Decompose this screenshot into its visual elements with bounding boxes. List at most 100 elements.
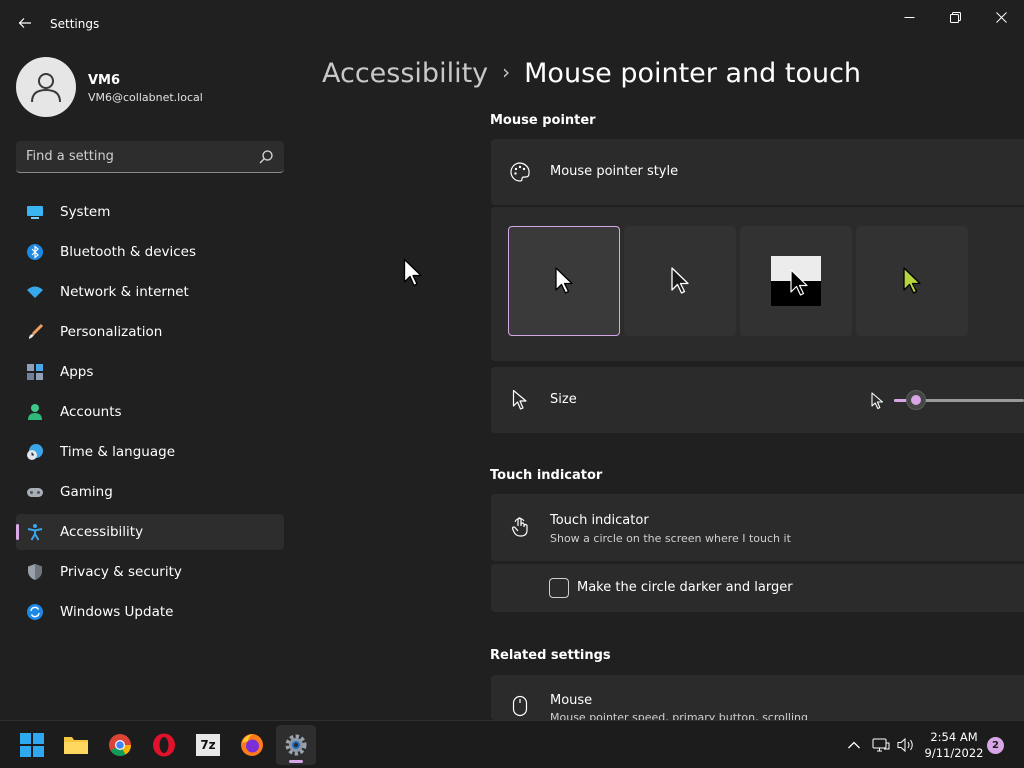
- title-bar: Settings: [0, 0, 1024, 48]
- search-icon[interactable]: [258, 149, 274, 165]
- person-icon: [26, 403, 44, 421]
- opera-icon: [153, 733, 175, 757]
- monitor-icon: [26, 203, 44, 221]
- app-title: Settings: [50, 17, 100, 31]
- breadcrumb-separator: ›: [502, 60, 511, 84]
- breadcrumb-parent[interactable]: Accessibility: [322, 58, 488, 89]
- taskbar: 7z 2:54 AM 9/11/2022 2: [0, 720, 1024, 768]
- sidebar-item-label: Gaming: [60, 484, 113, 500]
- slider-thumb-dot: [911, 395, 921, 405]
- mouse-cursor-icon: [403, 258, 422, 287]
- sidebar-item-apps[interactable]: Apps: [16, 354, 284, 390]
- section-title-touch-indicator: Touch indicator: [490, 468, 603, 483]
- user-email: VM6@collabnet.local: [88, 91, 203, 104]
- sidebar: VM6 VM6@collabnet.local System Bluetooth…: [0, 48, 300, 720]
- sidebar-item-personalization[interactable]: Personalization: [16, 314, 284, 350]
- mouse-settings-title: Mouse: [550, 693, 593, 708]
- touch-icon: [509, 516, 531, 538]
- gamepad-icon: [26, 483, 44, 501]
- tray-network-button[interactable]: [871, 735, 891, 755]
- back-button[interactable]: [12, 10, 38, 36]
- sidebar-item-label: Time & language: [60, 444, 176, 460]
- sidebar-item-gaming[interactable]: Gaming: [16, 474, 284, 510]
- touch-indicator-title: Touch indicator: [550, 513, 649, 528]
- sidebar-item-label: Privacy & security: [60, 564, 182, 580]
- sidebar-item-label: System: [60, 204, 111, 220]
- nav-list: System Bluetooth & devices Network & int…: [16, 194, 284, 634]
- darker-larger-circle-label[interactable]: Make the circle darker and larger: [577, 580, 793, 595]
- sidebar-item-label: Network & internet: [60, 284, 189, 300]
- clock-globe-icon: [26, 443, 44, 461]
- tray-overflow-button[interactable]: [844, 735, 864, 755]
- update-icon: [26, 603, 44, 621]
- search-input[interactable]: [26, 141, 246, 172]
- pointer-option-black[interactable]: [624, 226, 736, 336]
- mouse-pointer-style-label: Mouse pointer style: [550, 164, 679, 179]
- sidebar-item-accounts[interactable]: Accounts: [16, 394, 284, 430]
- taskbar-chrome[interactable]: [100, 725, 140, 765]
- mouse-settings-card[interactable]: Mouse Mouse pointer speed, primary butto…: [491, 675, 1024, 720]
- touch-indicator-card[interactable]: Touch indicator Show a circle on the scr…: [491, 494, 1024, 561]
- close-button[interactable]: [978, 4, 1024, 30]
- sidebar-item-privacy-security[interactable]: Privacy & security: [16, 554, 284, 590]
- white-cursor-icon: [555, 267, 573, 294]
- windows-start-icon: [20, 733, 44, 757]
- arrow-left-icon: [18, 18, 31, 28]
- notification-badge[interactable]: 2: [987, 737, 1004, 754]
- 7zip-label: 7z: [200, 738, 216, 752]
- settings-icon: [285, 734, 307, 756]
- restore-button[interactable]: [932, 4, 978, 30]
- pointer-size-slider-thumb[interactable]: [906, 390, 926, 410]
- taskbar-file-explorer[interactable]: [56, 725, 96, 765]
- sidebar-item-label: Bluetooth & devices: [60, 244, 197, 260]
- mouse-icon: [509, 695, 531, 717]
- chrome-icon: [109, 734, 131, 756]
- sidebar-item-network[interactable]: Network & internet: [16, 274, 284, 310]
- sidebar-item-accessibility[interactable]: Accessibility: [16, 514, 284, 550]
- brush-icon: [26, 323, 44, 341]
- touch-indicator-subtitle: Show a circle on the screen where I touc…: [550, 532, 791, 545]
- pointer-option-white[interactable]: [508, 226, 620, 336]
- sidebar-item-label: Accessibility: [60, 524, 144, 540]
- size-label: Size: [550, 392, 577, 407]
- mouse-settings-subtitle: Mouse pointer speed, primary button, scr…: [550, 711, 808, 720]
- 7zip-icon: 7z: [196, 734, 220, 756]
- apps-icon: [26, 363, 44, 381]
- sidebar-item-windows-update[interactable]: Windows Update: [16, 594, 284, 630]
- pointer-option-inverted[interactable]: [740, 226, 852, 336]
- custom-color-cursor-icon: [903, 267, 921, 294]
- sidebar-item-label: Personalization: [60, 324, 163, 340]
- taskbar-opera[interactable]: [144, 725, 184, 765]
- search-box[interactable]: [16, 141, 284, 173]
- sidebar-item-time-language[interactable]: Time & language: [16, 434, 284, 470]
- mouse-pointer-style-card: Mouse pointer style: [491, 139, 1024, 205]
- network-icon: [872, 738, 890, 752]
- sidebar-item-bluetooth[interactable]: Bluetooth & devices: [16, 234, 284, 270]
- bluetooth-icon: [26, 243, 44, 261]
- pointer-option-custom[interactable]: [856, 226, 968, 336]
- section-title-mouse-pointer: Mouse pointer: [490, 113, 596, 128]
- taskbar-7zip[interactable]: 7z: [188, 725, 228, 765]
- sidebar-item-label: Apps: [60, 364, 94, 380]
- pointer-icon: [509, 389, 531, 411]
- avatar[interactable]: [16, 57, 76, 117]
- chevron-up-icon: [848, 741, 860, 749]
- restore-icon: [949, 11, 961, 23]
- page-title: Mouse pointer and touch: [524, 58, 862, 89]
- clock-date[interactable]: 9/11/2022: [920, 746, 988, 760]
- volume-icon: [897, 737, 913, 753]
- tray-volume-button[interactable]: [896, 735, 916, 755]
- wifi-icon: [26, 283, 44, 301]
- minimize-button[interactable]: [886, 4, 932, 30]
- small-pointer-icon: [871, 392, 884, 410]
- sidebar-item-system[interactable]: System: [16, 194, 284, 230]
- firefox-icon: [241, 734, 263, 756]
- taskbar-settings[interactable]: [276, 725, 316, 765]
- user-icon: [31, 73, 61, 103]
- darker-larger-circle-checkbox[interactable]: [549, 578, 569, 598]
- start-button[interactable]: [12, 725, 52, 765]
- clock-time[interactable]: 2:54 AM: [920, 730, 988, 744]
- taskbar-firefox[interactable]: [232, 725, 272, 765]
- minimize-icon: [904, 16, 914, 18]
- close-icon: [995, 11, 1007, 23]
